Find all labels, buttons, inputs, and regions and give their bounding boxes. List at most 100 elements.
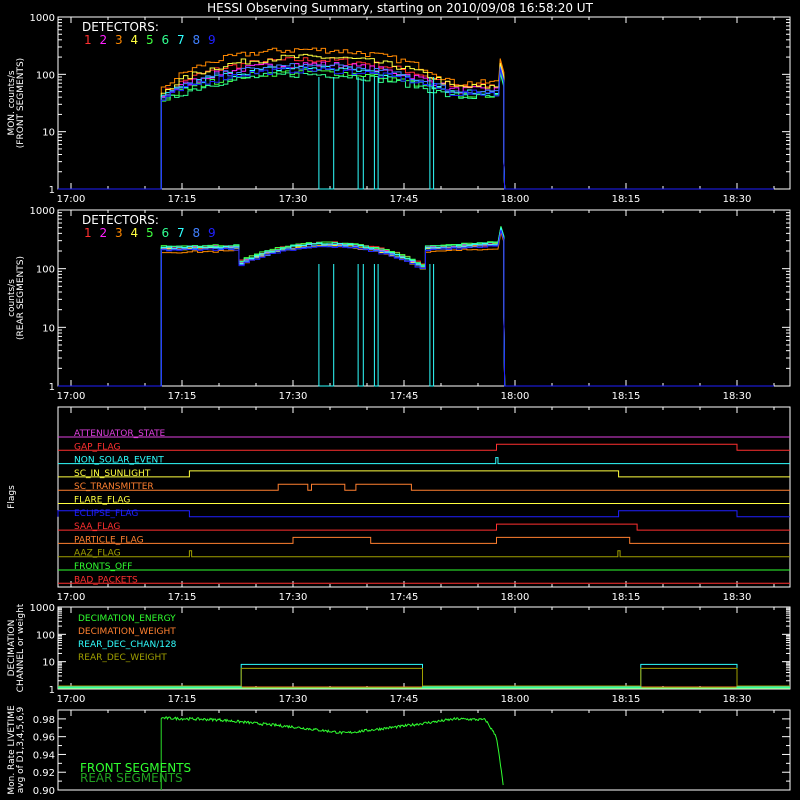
rear-xtick-label: 17:00	[57, 391, 86, 402]
front-segments-panel: 17:00 17:15 17:30 17:45 18:00 18:15 18:30MON. …	[7, 13, 791, 205]
flags-frame	[57, 406, 791, 588]
rear-legend-item: 6	[162, 226, 170, 240]
decimation-xtick-label: 18:30	[723, 694, 752, 705]
front-legend-item: 7	[177, 33, 185, 47]
front-legend-item: 8	[193, 33, 201, 47]
rear-series-2	[58, 227, 774, 387]
front-xtick-label: 17:15	[168, 194, 197, 205]
rear-xtick-label: 18:00	[501, 391, 530, 402]
decimation-ytick-label: 10	[42, 658, 55, 669]
front-detector-7-dropouts	[318, 76, 435, 190]
flags-xtick-label: 18:15	[612, 592, 641, 603]
front-legend-item: 4	[131, 33, 139, 47]
flags-panel: 17:00 17:15 17:30 17:45 18:00 18:15 18:30 Flags…	[7, 406, 791, 603]
rear-series-3	[58, 232, 774, 387]
decimation-legend-item: REAR_DEC_WEIGHT	[78, 653, 167, 663]
flags-trace-gap-flag	[58, 443, 790, 451]
flags-xtick-label: 17:30	[279, 592, 308, 603]
front-series-7	[58, 65, 774, 190]
rear-ylabel: (REAR SEGMENTS)	[16, 256, 26, 340]
decimation-xtick-label: 18:15	[612, 694, 641, 705]
decimation-xtick-label: 18:00	[501, 694, 530, 705]
decimation-ytick-label: 100	[36, 630, 55, 641]
front-xtick-label: 17:45	[390, 194, 419, 205]
front-xtick-label: 17:30	[279, 194, 308, 205]
flags-ylabel: Flags	[7, 485, 17, 509]
rear-xtick-label: 17:30	[279, 391, 308, 402]
decimation-xtick-label: 17:30	[279, 694, 308, 705]
front-legend-item: 3	[115, 33, 123, 47]
livetime-ytick-label: 0.92	[33, 768, 55, 779]
flags-xtick-label: 18:30	[723, 592, 752, 603]
decimation-ylabel: CHANNEL or weight	[16, 603, 26, 692]
rear-ytick-label: 10	[42, 323, 55, 334]
flags-trace-non-solar-event	[58, 457, 790, 465]
front-xtick-label: 17:00	[57, 194, 86, 205]
rear-series-7	[58, 227, 774, 387]
flags-trace-particle-flag	[58, 536, 790, 544]
observing-summary-plot: 17:00 17:15 17:30 17:45 18:00 18:15 18:30MON. …	[7, 13, 791, 797]
decimation-xtick-label: 17:00	[57, 694, 86, 705]
rear-legend-item: 4	[131, 226, 139, 240]
rear-legend-item: 8	[193, 226, 201, 240]
rear-legend-item: 3	[115, 226, 123, 240]
livetime-ytick-label: 0.94	[33, 750, 55, 761]
front-legend-title: DETECTORS:	[82, 20, 159, 34]
livetime-ylabel: avg of D1,3,4,5,6,9	[16, 706, 26, 793]
rear-detector-7-dropouts	[318, 264, 435, 387]
rear-legend-item: 5	[146, 226, 154, 240]
front-legend-item: 6	[162, 33, 170, 47]
livetime-ytick-label: 0.96	[33, 733, 55, 744]
flags-trace-aaz-flag	[58, 550, 790, 558]
livetime-legend-rear: REAR SEGMENTS	[80, 771, 183, 785]
front-legend-item: 9	[208, 33, 216, 47]
front-xtick-label: 18:00	[501, 194, 530, 205]
decimation-ytick-label: 1	[49, 685, 55, 696]
livetime-ytick-label: 0.98	[33, 715, 55, 726]
front-ytick-label: 1000	[30, 13, 55, 24]
rear-legend-item: 9	[208, 226, 216, 240]
decimation-legend-item: REAR_DEC_CHAN/128	[78, 640, 177, 650]
decimation-rear-chan-trace	[58, 663, 790, 688]
front-ytick-label: 1	[49, 185, 55, 196]
front-ytick-label: 100	[36, 70, 55, 81]
rear-ytick-label: 100	[36, 265, 55, 276]
livetime-front-trace	[160, 716, 504, 790]
rear-series-8	[58, 229, 774, 387]
livetime-panel: Mon. Rate LIVETIME avg of D1,3,4,5,6,9 0.9…	[7, 705, 791, 797]
rear-legend-item: 2	[100, 226, 108, 240]
rear-ytick-label: 1	[49, 382, 55, 393]
livetime-ytick-label: 0.90	[33, 786, 55, 797]
front-ylabel: (FRONT SEGMENTS)	[16, 58, 26, 148]
decimation-legend-item: DECIMATION_ENERGY	[78, 614, 176, 624]
flags-trace-eclipse-flag	[57, 510, 790, 518]
decimation-ytick-label: 1000	[30, 603, 55, 614]
decimation-legend-item: DECIMATION_WEIGHT	[78, 627, 176, 637]
rear-xtick-label: 18:15	[612, 391, 641, 402]
flags-trace-saa-flag	[58, 523, 790, 531]
front-ytick-label: 10	[42, 128, 55, 139]
flags-trace-sc-in-sunlight	[58, 470, 790, 478]
decimation-xtick-label: 17:45	[390, 694, 419, 705]
rear-legend-title: DETECTORS:	[82, 213, 159, 227]
decimation-rear-weight-trace	[58, 667, 790, 687]
rear-xtick-label: 17:45	[390, 391, 419, 402]
flags-xtick-label: 17:45	[390, 592, 419, 603]
rear-series-9	[58, 230, 774, 387]
flags-xtick-label: 17:15	[168, 592, 197, 603]
rear-legend-item: 1	[84, 226, 92, 240]
decimation-panel: 17:00 17:15 17:30 17:45 18:00 18:15 18:30 DECIM…	[7, 603, 791, 705]
decimation-xtick-label: 17:15	[168, 694, 197, 705]
flags-xtick-label: 18:00	[501, 592, 530, 603]
front-legend-item: 2	[100, 33, 108, 47]
front-legend-item: 5	[146, 33, 154, 47]
rear-ytick-label: 1000	[30, 206, 55, 217]
rear-xtick-label: 17:15	[168, 391, 197, 402]
rear-xtick-label: 18:30	[723, 391, 752, 402]
flags-xtick-label: 17:00	[57, 592, 86, 603]
front-legend-item: 1	[84, 33, 92, 47]
front-series-1	[58, 57, 774, 190]
rear-segments-panel: 17:00 17:15 17:30 17:45 18:00 18:15 18:30count…	[7, 206, 791, 402]
flags-trace-sc-transmitter	[58, 483, 790, 491]
front-xtick-label: 18:15	[612, 194, 641, 205]
